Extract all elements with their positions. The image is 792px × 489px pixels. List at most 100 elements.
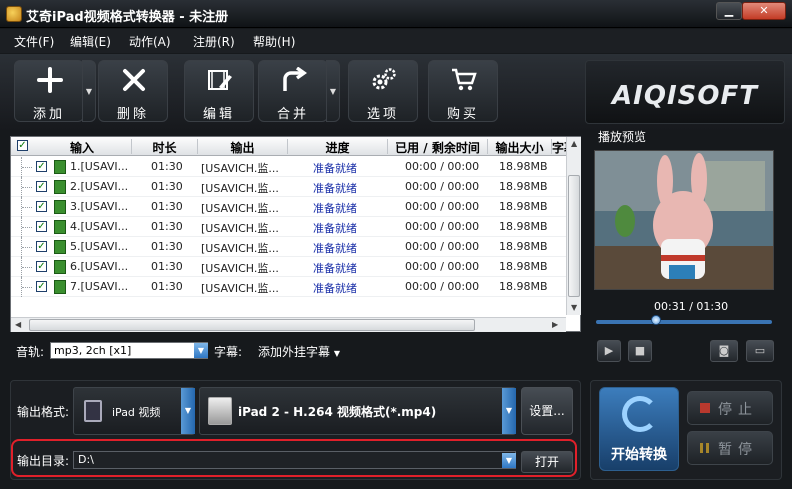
row-checkbox[interactable]: ✓	[36, 201, 47, 212]
stop-square-icon	[700, 403, 710, 413]
device-dropdown-icon: ▼	[181, 388, 195, 434]
add-dropdown-arrow[interactable]: ▼	[82, 60, 96, 122]
scroll-right-icon[interactable]: ▶	[552, 320, 558, 329]
scroll-up-icon[interactable]: ▲	[571, 139, 577, 148]
merge-button[interactable]: 合并	[258, 60, 328, 122]
table-row[interactable]: ✓ 3.[USAVI... 01:30 [USAVICH.监... 准备就绪 00:00 …	[11, 197, 566, 217]
column-progress[interactable]: 进度	[287, 139, 387, 154]
buy-button[interactable]: 购买	[428, 60, 498, 122]
column-output-size[interactable]: 输出大小	[487, 139, 551, 154]
output-directory-value: D:\	[78, 453, 94, 466]
table-row[interactable]: ✓ 6.[USAVI... 01:30 [USAVICH.监... 准备就绪 00:00 …	[11, 257, 566, 277]
cell-duration: 01:30	[151, 260, 183, 273]
audio-subtitle-row: 音轨: mp3, 2ch [x1] ▼ 字幕: 添加外挂字幕 ▼	[10, 338, 581, 364]
format-select[interactable]: iPad 2 - H.264 视频格式(*.mp4) ▼	[199, 387, 516, 435]
pause-button[interactable]: 暂停	[687, 431, 773, 465]
cell-output: [USAVICH.监...	[201, 182, 279, 195]
table-row[interactable]: ✓ 5.[USAVI... 01:30 [USAVICH.监... 准备就绪 00:00 …	[11, 237, 566, 257]
cell-progress: 准备就绪	[313, 202, 357, 215]
pause-icon	[700, 443, 709, 453]
tree-branch	[22, 287, 32, 288]
seek-slider[interactable]	[596, 320, 772, 324]
add-label: 添加	[32, 107, 65, 122]
video-file-icon	[54, 280, 66, 294]
column-duration[interactable]: 时长	[131, 139, 197, 154]
fullscreen-button[interactable]: ▭	[746, 340, 774, 362]
stop-playback-button[interactable]: ■	[628, 340, 652, 362]
gears-icon	[372, 68, 396, 90]
snapshot-button[interactable]: ◙	[710, 340, 738, 362]
minimize-button[interactable]: ▁	[716, 2, 742, 20]
vertical-scrollbar[interactable]: ▲ ▼	[566, 137, 581, 315]
cell-time: 00:00 / 00:00	[405, 220, 480, 233]
convert-controls: 开始转换 停止 暂停	[590, 380, 782, 480]
vertical-scroll-thumb[interactable]	[568, 175, 580, 297]
cell-progress: 准备就绪	[313, 262, 357, 275]
tree-branch	[22, 227, 32, 228]
options-button[interactable]: 选项	[348, 60, 418, 122]
cell-size: 18.98MB	[499, 240, 548, 253]
scroll-down-icon[interactable]: ▼	[571, 303, 577, 312]
cell-time: 00:00 / 00:00	[405, 200, 480, 213]
row-checkbox[interactable]: ✓	[36, 221, 47, 232]
scroll-left-icon[interactable]: ◀	[15, 320, 21, 329]
menu-register[interactable]: 注册(R)	[193, 33, 235, 50]
select-all-checkbox[interactable]: ✓	[17, 140, 28, 151]
cell-input: 2.[USAVI...	[70, 180, 129, 193]
video-file-icon	[54, 160, 66, 174]
cell-size: 18.98MB	[499, 280, 548, 293]
menu-help[interactable]: 帮助(H)	[253, 33, 295, 50]
row-checkbox[interactable]: ✓	[36, 161, 47, 172]
column-input[interactable]: 输入	[33, 139, 131, 154]
row-checkbox[interactable]: ✓	[36, 261, 47, 272]
subtitle-select[interactable]: 添加外挂字幕 ▼	[258, 343, 340, 360]
cell-size: 18.98MB	[499, 260, 548, 273]
menu-bar: 文件(F) 编辑(E) 动作(A) 注册(R) 帮助(H)	[0, 29, 792, 53]
horizontal-scroll-thumb[interactable]	[29, 319, 475, 331]
camera-icon: ◙	[718, 344, 730, 357]
add-button[interactable]: 添加	[14, 60, 84, 122]
audio-track-value: mp3, 2ch [x1]	[54, 344, 132, 357]
menu-action[interactable]: 动作(A)	[129, 33, 171, 50]
cell-size: 18.98MB	[499, 180, 548, 193]
open-directory-button[interactable]: 打开	[521, 451, 573, 473]
stop-button[interactable]: 停止	[687, 391, 773, 425]
audio-dropdown-icon[interactable]: ▼	[194, 343, 208, 358]
table-row[interactable]: ✓ 2.[USAVI... 01:30 [USAVICH.监... 准备就绪 00:00 …	[11, 177, 566, 197]
settings-button[interactable]: 设置...	[521, 387, 573, 435]
row-checkbox[interactable]: ✓	[36, 281, 47, 292]
format-dropdown-icon: ▼	[502, 388, 516, 434]
column-elapsed-remaining[interactable]: 已用 / 剩余时间	[387, 139, 487, 154]
seek-slider-thumb[interactable]	[650, 315, 661, 325]
column-output[interactable]: 输出	[197, 139, 287, 154]
cell-input: 6.[USAVI...	[70, 260, 129, 273]
table-row[interactable]: ✓ 7.[USAVI... 01:30 [USAVICH.监... 准备就绪 00:00 …	[11, 277, 566, 297]
brand-logo: AIQISOFT	[585, 60, 785, 124]
output-directory-input[interactable]: D:\	[73, 451, 516, 469]
audio-track-select[interactable]: mp3, 2ch [x1]	[50, 342, 208, 359]
cell-duration: 01:30	[151, 220, 183, 233]
row-checkbox[interactable]: ✓	[36, 181, 47, 192]
directory-dropdown-icon[interactable]: ▼	[502, 453, 516, 468]
column-subtitle[interactable]: 字幕	[551, 139, 566, 154]
delete-button[interactable]: 删除	[98, 60, 168, 122]
merge-dropdown-arrow[interactable]: ▼	[326, 60, 340, 122]
start-convert-button[interactable]: 开始转换	[599, 387, 679, 471]
horizontal-scrollbar[interactable]: ◀ ▶	[11, 317, 566, 332]
stop-icon: ■	[634, 344, 646, 357]
row-checkbox[interactable]: ✓	[36, 241, 47, 252]
device-select[interactable]: iPad 视频 ▼	[73, 387, 195, 435]
table-row[interactable]: ✓ 1.[USAVI... 01:30 [USAVICH.监... 准备就绪 00:00 …	[11, 157, 566, 177]
cell-input: 3.[USAVI...	[70, 200, 129, 213]
edit-button[interactable]: 编辑	[184, 60, 254, 122]
menu-edit[interactable]: 编辑(E)	[70, 33, 111, 50]
preview-title: 播放预览	[598, 130, 647, 144]
table-row[interactable]: ✓ 4.[USAVI... 01:30 [USAVICH.监... 准备就绪 00:00 …	[11, 217, 566, 237]
menu-file[interactable]: 文件(F)	[14, 33, 54, 50]
edit-label: 编辑	[202, 107, 235, 122]
play-button[interactable]: ▶	[597, 340, 621, 362]
cell-duration: 01:30	[151, 180, 183, 193]
close-button[interactable]: ✕	[742, 2, 786, 20]
start-convert-label: 开始转换	[611, 447, 667, 463]
file-list-table: ✓ 输入 时长 输出 进度 已用 / 剩余时间 输出大小 字幕 ✓ 1.[USAV…	[10, 136, 581, 332]
